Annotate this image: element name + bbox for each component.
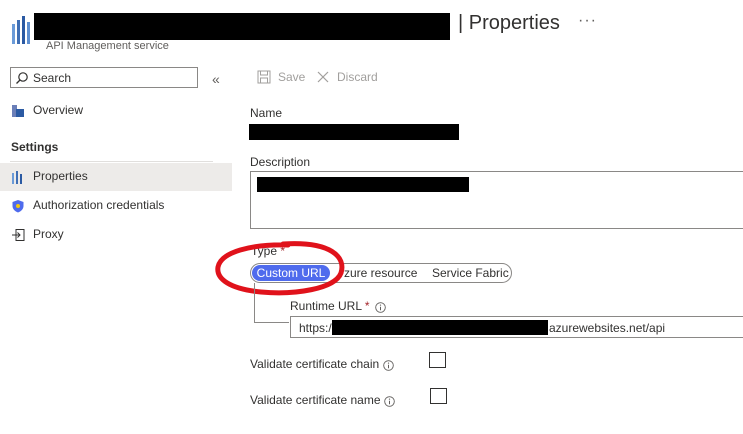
type-option-azure-resource[interactable]: zure resource	[344, 265, 417, 281]
overview-icon	[12, 105, 24, 117]
redacted-name-value	[249, 124, 459, 140]
name-label: Name	[250, 106, 283, 120]
save-label: Save	[278, 70, 306, 84]
sidebar-item-overview[interactable]: Overview	[0, 97, 232, 125]
validate-certificate-name-checkbox[interactable]	[430, 388, 447, 404]
sidebar-item-proxy[interactable]: Proxy	[0, 221, 232, 249]
proxy-icon	[12, 229, 25, 241]
page-subtitle: API Management service	[46, 40, 169, 52]
settings-section-header: Settings	[11, 140, 59, 154]
tree-connector-line	[254, 283, 255, 323]
sidebar-item-label: Properties	[33, 169, 88, 183]
runtime-url-label: Runtime URL *	[290, 299, 370, 313]
search-input[interactable]: Search	[10, 67, 198, 88]
sidebar-item-label: Proxy	[33, 227, 64, 241]
validate-certificate-name-label: Validate certificate name	[250, 393, 381, 407]
sidebar-item-label: Overview	[33, 103, 84, 117]
runtime-url-input[interactable]: https:/ azurewebsites.net/api	[290, 316, 743, 338]
validate-certificate-chain-checkbox[interactable]	[429, 352, 446, 368]
url-suffix-text: azurewebsites.net/api	[549, 321, 666, 335]
api-management-logo-icon	[12, 16, 30, 44]
required-asterisk: *	[364, 299, 370, 313]
redacted-service-name	[34, 13, 450, 40]
page-title: | Properties	[458, 12, 560, 34]
sidebar-item-authorization-credentials[interactable]: Authorization credentials	[0, 192, 232, 220]
type-option-service-fabric[interactable]: Service Fabric	[432, 265, 509, 281]
more-options-button[interactable]: ···	[578, 12, 597, 30]
search-icon	[16, 72, 28, 84]
info-icon[interactable]	[375, 302, 386, 313]
save-button[interactable]: Save	[257, 70, 305, 84]
redacted-description-value	[257, 177, 469, 192]
description-field[interactable]	[250, 171, 743, 229]
sidebar-item-label: Authorization credentials	[33, 198, 165, 212]
redacted-url-host	[332, 320, 548, 335]
validate-certificate-chain-label: Validate certificate chain	[250, 357, 380, 371]
search-placeholder: Search	[33, 71, 72, 85]
info-icon[interactable]	[383, 360, 394, 371]
properties-icon	[12, 171, 22, 184]
close-icon	[317, 71, 329, 83]
description-label: Description	[250, 155, 311, 169]
sidebar-item-properties[interactable]: Properties	[0, 163, 232, 191]
save-icon	[257, 70, 271, 84]
tree-connector-line	[254, 322, 289, 323]
info-icon[interactable]	[384, 396, 395, 407]
settings-divider	[10, 161, 213, 162]
collapse-sidebar-button[interactable]: «	[212, 71, 220, 87]
red-annotation-circle	[215, 241, 345, 296]
discard-label: Discard	[337, 70, 378, 84]
runtime-url-label-text: Runtime URL	[290, 299, 362, 313]
shield-icon	[12, 200, 24, 213]
url-prefix-text: https:/	[299, 321, 332, 335]
discard-button[interactable]: Discard	[316, 70, 378, 84]
